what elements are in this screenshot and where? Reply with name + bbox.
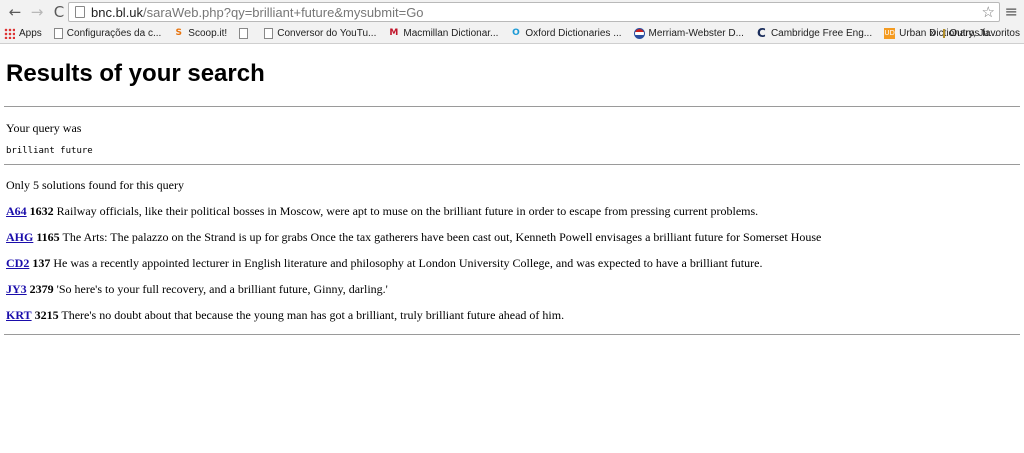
divider (4, 164, 1020, 165)
back-icon[interactable]: ← (4, 1, 26, 23)
doc-icon (53, 28, 63, 39)
page-title: Results of your search (6, 60, 265, 87)
result-number: 2379 (29, 282, 54, 296)
folder-icon (943, 29, 946, 38)
url-path: /saraWeb.php?qy=brilliant+future&mysubmi… (143, 4, 424, 20)
cambridge-icon: C (757, 26, 766, 40)
result-row: A64 1632 Railway officials, like their p… (6, 204, 1018, 219)
urban-dictionary-icon: UD (884, 28, 896, 39)
result-code-link[interactable]: KRT (6, 308, 32, 322)
result-text: There's no doubt about that because the … (61, 308, 565, 322)
doc-icon (239, 28, 249, 39)
menu-icon[interactable]: ≡ (1005, 2, 1018, 21)
browser-toolbar: ← → C bnc.bl.uk/saraWeb.php?qy=brilliant… (0, 0, 1024, 24)
url-host: bnc.bl.uk (91, 4, 144, 20)
page-icon (75, 6, 85, 18)
bookmark-oxford[interactable]: O Oxford Dictionaries ... (510, 28, 621, 39)
doc-icon (264, 28, 274, 39)
result-text: He was a recently appointed lecturer in … (53, 256, 763, 270)
result-count: Only 5 solutions found for this query (6, 178, 184, 192)
macmillan-icon: M (389, 28, 399, 38)
more-bookmarks-icon[interactable]: » (930, 27, 936, 39)
apps-icon (4, 28, 15, 39)
result-text: The Arts: The palazzo on the Strand is u… (62, 230, 822, 244)
divider (4, 106, 1020, 107)
bookmarks-bar: Apps Configurações da c... S Scoop.it! Co… (0, 24, 1024, 44)
result-row: JY3 2379 'So here's to your full recover… (6, 282, 1018, 297)
reload-icon[interactable]: C (48, 1, 70, 23)
result-number: 3215 (34, 308, 59, 322)
result-code-link[interactable]: JY3 (6, 282, 27, 296)
result-code-link[interactable]: A64 (6, 204, 27, 218)
forward-icon[interactable]: → (26, 1, 48, 23)
oxford-icon: O (512, 28, 520, 38)
result-number: 1165 (36, 230, 60, 244)
bookmark-conversor[interactable]: Conversor do YouTu... (264, 28, 376, 39)
result-row: KRT 3215 There's no doubt about that bec… (6, 308, 1018, 323)
bookmark-configuracoes[interactable]: Configurações da c... (53, 28, 161, 39)
merriam-webster-icon (633, 28, 645, 39)
result-row: CD2 137 He was a recently appointed lect… (6, 256, 1018, 271)
bookmark-merriam-webster[interactable]: Merriam-Webster D... (633, 28, 744, 39)
result-number: 1632 (29, 204, 54, 218)
result-row: AHG 1165 The Arts: The palazzo on the St… (6, 230, 1018, 245)
page-content: Results of your search Your query was br… (0, 60, 1024, 335)
result-text: 'So here's to your full recovery, and a … (56, 282, 388, 296)
scoop-icon: S (175, 28, 183, 38)
bookmark-scoopit[interactable]: S Scoop.it! (173, 28, 228, 39)
address-bar[interactable]: bnc.bl.uk/saraWeb.php?qy=brilliant+futur… (68, 2, 1000, 22)
query-value: brilliant future (6, 146, 93, 156)
divider (4, 334, 1020, 335)
result-number: 137 (32, 256, 51, 270)
bookmark-macmillan[interactable]: M Macmillan Dictionar... (388, 28, 498, 39)
query-label: Your query was (6, 121, 82, 135)
result-code-link[interactable]: AHG (6, 230, 33, 244)
bookmark-blank[interactable] (239, 28, 252, 39)
bookmark-star-icon[interactable]: ☆ (982, 3, 995, 21)
result-code-link[interactable]: CD2 (6, 256, 29, 270)
result-text: Railway officials, like their political … (56, 204, 759, 218)
bookmark-cambridge[interactable]: C Cambridge Free Eng... (756, 26, 872, 40)
bookmark-apps[interactable]: Apps (4, 28, 42, 39)
other-bookmarks[interactable]: Outros favoritos (943, 28, 1020, 39)
